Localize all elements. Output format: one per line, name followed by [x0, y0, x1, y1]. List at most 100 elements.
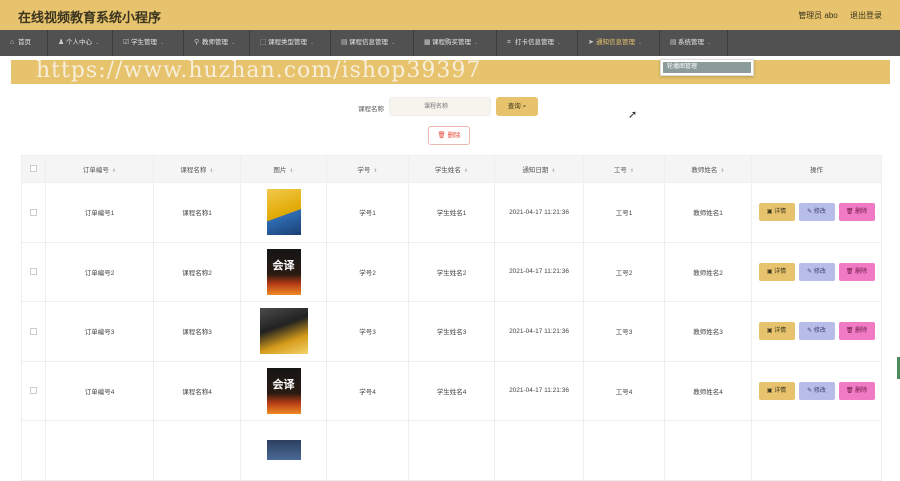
cell-tid: 工号2 — [583, 241, 665, 302]
row-checkbox[interactable] — [21, 301, 46, 362]
nav-item-label: 系统管理 — [678, 39, 704, 46]
settings-icon: ▤ — [670, 39, 677, 46]
cell-order: 订单编号3 — [45, 301, 154, 362]
table-cell — [751, 420, 882, 481]
sort-icon[interactable]: ⬍ — [209, 168, 213, 174]
chevron-down-icon: ⌄ — [557, 40, 562, 46]
delete-button[interactable]: 🗑 删除 — [838, 262, 875, 281]
main-nav: ⌂ 首页 ♟ 个人中心 ⌄ ☑ 学生管理 ⌄ ⚲ 教师管理 ⌄ ⬚课程类型管理 ⌄ ▤课程信息管理 ⌄ ▦课程… — [0, 30, 900, 56]
sort-icon[interactable]: ⬍ — [720, 168, 724, 174]
query-button[interactable]: 查询 ⌕ — [496, 97, 538, 116]
table-row — [21, 420, 882, 481]
cell-course: 课程名称3 — [153, 301, 241, 362]
row-checkbox[interactable] — [21, 360, 46, 421]
cell-sname: 学生姓名4 — [408, 360, 495, 421]
logout-link[interactable]: 退出登录 — [850, 11, 882, 20]
sort-icon[interactable]: ⬍ — [112, 168, 116, 174]
cell-date: 2021-04-17 11:21:36 — [494, 241, 584, 302]
nav-item-7[interactable]: ⌗ 打卡信息管理 ⌄ — [497, 30, 578, 56]
nav-item-label: 课程购买管理 — [432, 39, 471, 46]
chevron-down-icon: ⌄ — [707, 40, 712, 46]
app-title: 在线视频教育系统小程序 — [18, 10, 162, 25]
table-cell — [45, 420, 154, 481]
select-all-checkbox[interactable] — [21, 155, 46, 183]
cell-tid: 工号1 — [583, 182, 665, 243]
column-header[interactable]: 工号 ⬍ — [583, 155, 665, 183]
delete-button[interactable]: 🗑 删除 — [838, 322, 875, 341]
clock-icon: ⌗ — [507, 39, 511, 46]
course-thumbnail[interactable] — [266, 440, 301, 461]
column-header[interactable]: 图片 ⬍ — [240, 155, 327, 183]
course-thumbnail[interactable] — [266, 189, 301, 236]
top-bar: 在线视频教育系统小程序 管理员 abo 退出登录 — [0, 0, 900, 30]
nav-item-2[interactable]: ☑ 学生管理 ⌄ — [113, 30, 184, 56]
table-cell — [153, 420, 241, 481]
column-header[interactable]: 订单编号 ⬍ — [45, 155, 154, 183]
column-header-label: 课程名称 — [180, 167, 207, 174]
column-header-label: 操作 — [810, 167, 823, 174]
cell-sid: 学号1 — [326, 182, 409, 243]
user-icon: ♟ — [58, 39, 65, 46]
detail-button[interactable]: ▣ 详情 — [758, 381, 795, 400]
cell-sname: 学生姓名1 — [408, 182, 495, 243]
user-label: 管理员 abo — [798, 11, 838, 20]
cell-order: 订单编号1 — [45, 182, 154, 243]
column-header[interactable]: 学号 ⬍ — [326, 155, 409, 183]
search-input[interactable] — [389, 97, 491, 116]
edit-button[interactable]: ✎ 修改 — [798, 203, 835, 222]
dropdown-item-carousel[interactable]: 轮播图管理 — [663, 62, 751, 73]
nav-item-0[interactable]: ⌂ 首页 — [0, 30, 48, 56]
watermark: https://www.huzhan.com/ishop39397 — [36, 58, 482, 83]
nav-item-1[interactable]: ♟ 个人中心 ⌄ — [48, 30, 113, 56]
nav-item-8[interactable]: ➤ 通知信息管理 ⌄ — [578, 30, 660, 56]
edit-button[interactable]: ✎ 修改 — [798, 322, 835, 341]
nav-item-6[interactable]: ▦课程购买管理 ⌄ — [414, 30, 497, 56]
column-header-label: 图片 — [273, 167, 287, 174]
edit-button[interactable]: ✎ 修改 — [798, 381, 835, 400]
row-checkbox[interactable] — [21, 182, 46, 243]
data-table: 订单编号 ⬍ 课程名称 ⬍ 图片 ⬍ 学号 ⬍ 学生姓名 ⬍ 通知日期 ⬍ 工号 ⬍ 教师姓名 ⬍ 操作 订单编… — [21, 155, 882, 481]
sort-icon[interactable]: ⬍ — [464, 168, 468, 174]
cell-date: 2021-04-17 11:21:36 — [494, 182, 584, 243]
delete-button[interactable]: 🗑 删除 — [838, 203, 875, 222]
detail-button[interactable]: ▣ 详情 — [758, 203, 795, 222]
sort-icon[interactable]: ⬍ — [551, 168, 555, 174]
chevron-down-icon: ⌄ — [391, 40, 396, 46]
column-header[interactable]: 学生姓名 ⬍ — [408, 155, 495, 183]
chevron-down-icon: ⌄ — [310, 40, 315, 46]
delete-button[interactable]: 🗑 删除 — [838, 381, 875, 400]
cell-tname: 教师姓名2 — [664, 241, 752, 302]
sort-icon[interactable]: ⬍ — [289, 168, 293, 174]
row-checkbox[interactable] — [21, 241, 46, 302]
batch-delete-button[interactable]: 🗑 删除 — [428, 126, 470, 145]
thumbnail-text: 会译 — [272, 378, 295, 391]
column-header-label: 学号 — [357, 167, 371, 174]
table-cell — [408, 420, 495, 481]
course-thumbnail[interactable]: 会译 — [266, 248, 301, 295]
cell-tname: 教师姓名3 — [664, 301, 752, 362]
mouse-cursor-icon: ➚ — [628, 109, 638, 121]
row-actions: ▣ 详情 ✎ 修改 🗑 删除 — [751, 360, 882, 421]
course-thumbnail[interactable] — [259, 308, 308, 355]
row-actions: ▣ 详情 ✎ 修改 🗑 删除 — [751, 241, 882, 302]
nav-item-3[interactable]: ⚲ 教师管理 ⌄ — [184, 30, 250, 56]
course-image-cell — [240, 301, 327, 362]
nav-item-9[interactable]: ▤系统管理 ⌄ — [660, 30, 728, 56]
detail-button[interactable]: ▣ 详情 — [758, 322, 795, 341]
sort-icon[interactable]: ⬍ — [373, 168, 377, 174]
detail-button[interactable]: ▣ 详情 — [758, 262, 795, 281]
course-thumbnail[interactable]: 会译 — [266, 367, 301, 414]
nav-item-label: 打卡信息管理 — [515, 39, 554, 46]
column-header[interactable]: 课程名称 ⬍ — [153, 155, 241, 183]
column-header-label: 订单编号 — [82, 167, 109, 174]
send-icon: ➤ — [588, 39, 594, 46]
cell-sname: 学生姓名2 — [408, 241, 495, 302]
table-cell — [240, 420, 327, 481]
nav-item-4[interactable]: ⬚课程类型管理 ⌄ — [250, 30, 331, 56]
course-image-cell: 会译 — [240, 241, 327, 302]
sort-icon[interactable]: ⬍ — [630, 168, 634, 174]
column-header[interactable]: 通知日期 ⬍ — [494, 155, 584, 183]
column-header[interactable]: 教师姓名 ⬍ — [664, 155, 752, 183]
edit-button[interactable]: ✎ 修改 — [798, 262, 835, 281]
nav-item-5[interactable]: ▤课程信息管理 ⌄ — [331, 30, 414, 56]
